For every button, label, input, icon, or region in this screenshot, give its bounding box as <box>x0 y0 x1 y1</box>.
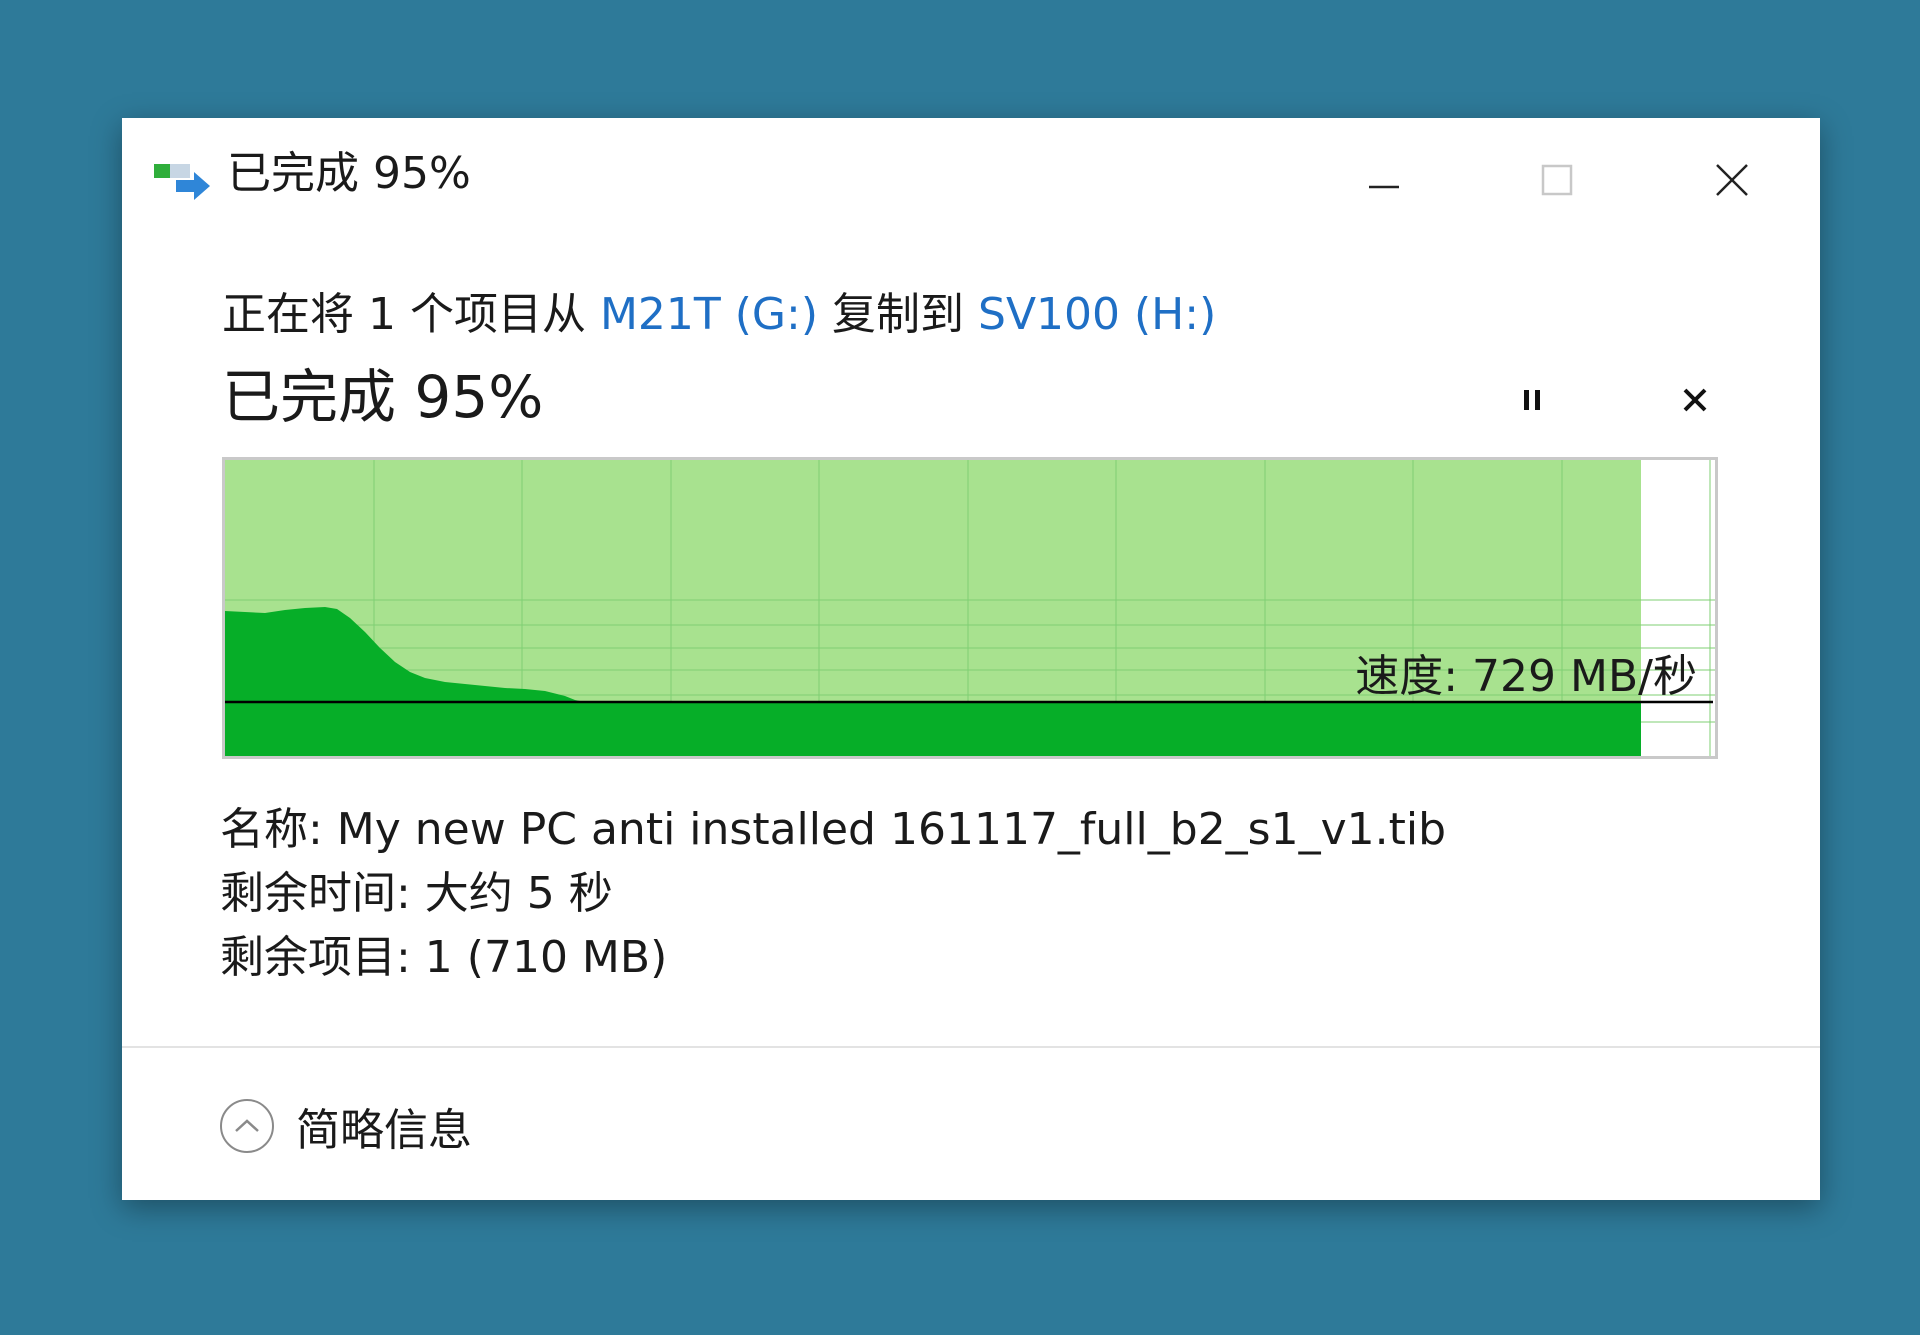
file-copy-icon <box>154 164 210 200</box>
speed-label: 速度: 729 MB/秒 <box>1355 651 1697 702</box>
window-title: 已完成 95% <box>227 148 471 199</box>
pause-icon <box>1524 390 1540 410</box>
maximize-button[interactable] <box>1507 140 1607 220</box>
cancel-icon <box>1683 388 1707 412</box>
minimize-icon <box>1369 185 1399 189</box>
percent-complete: 已完成 95% <box>222 363 544 431</box>
destination-drive-link[interactable]: SV100 (H:) <box>978 289 1216 340</box>
copy-prefix: 正在将 1 个项目从 <box>222 289 600 340</box>
time-remaining: 剩余时间: 大约 5 秒 <box>220 868 613 919</box>
items-remaining: 剩余项目: 1 (710 MB) <box>220 932 668 983</box>
file-name: 名称: My new PC anti installed 161117_full… <box>220 804 1447 855</box>
speed-graph: 速度: 729 MB/秒 <box>222 457 1718 759</box>
copy-progress-dialog: 已完成 95% 正在将 1 个项目从 M21T (G:) 复制到 SV100 (… <box>122 118 1820 1200</box>
speed-graph-canvas <box>225 460 1715 756</box>
close-button[interactable] <box>1682 140 1782 220</box>
copy-description: 正在将 1 个项目从 M21T (G:) 复制到 SV100 (H:) <box>222 278 1216 342</box>
copy-middle: 复制到 <box>818 289 979 340</box>
maximize-icon <box>1541 164 1573 196</box>
details-panel: 名称: My new PC anti installed 161117_full… <box>220 798 1446 990</box>
minimize-button[interactable] <box>1334 140 1434 220</box>
divider <box>122 1046 1820 1048</box>
collapse-chevron-icon <box>220 1099 274 1153</box>
source-drive-link[interactable]: M21T (G:) <box>600 289 818 340</box>
pause-button[interactable] <box>1502 370 1562 430</box>
cancel-copy-button[interactable] <box>1665 370 1725 430</box>
close-icon <box>1716 164 1748 196</box>
less-info-button[interactable]: 简略信息 <box>220 1094 472 1158</box>
less-info-label: 简略信息 <box>296 1105 472 1156</box>
